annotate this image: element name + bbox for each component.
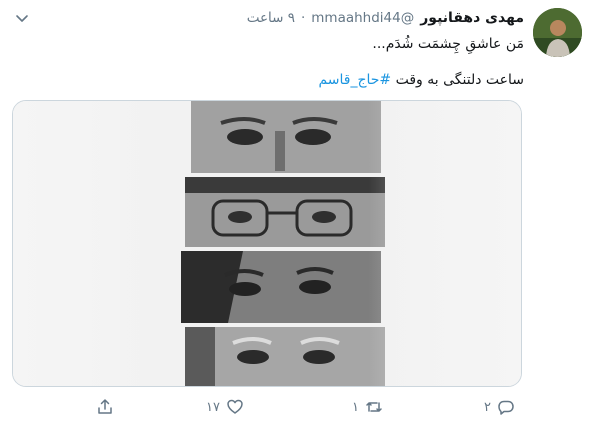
reply-count: ۲ — [484, 399, 491, 415]
heart-icon — [227, 399, 243, 414]
tweet-text-prefix: ساعت دلتنگی به وقت — [395, 72, 524, 88]
tweet-card[interactable]: مهدی دهقانپور @mmaahhdi44 · ۹ ساعت مَن ع… — [0, 0, 594, 427]
tweet-image[interactable] — [12, 100, 522, 387]
separator: · — [300, 10, 306, 26]
display-name[interactable]: مهدی دهقانپور — [420, 10, 524, 26]
timestamp[interactable]: ۹ ساعت — [247, 10, 295, 26]
share-icon — [98, 399, 112, 414]
chevron-down-icon[interactable] — [14, 10, 30, 26]
tweet-text-line-2: ساعت دلتنگی به وقت #حاج_قاسم — [318, 72, 524, 88]
like-button[interactable]: ۱۷ — [206, 398, 244, 416]
user-handle[interactable]: @mmaahhdi44 — [311, 10, 414, 26]
reply-button[interactable]: ۲ — [484, 398, 515, 416]
reply-icon — [498, 400, 514, 415]
tweet-header: مهدی دهقانپور @mmaahhdi44 · ۹ ساعت — [247, 10, 524, 26]
retweet-icon — [366, 402, 382, 412]
share-button[interactable] — [96, 398, 114, 416]
avatar[interactable] — [533, 8, 582, 57]
like-count: ۱۷ — [206, 399, 220, 415]
tweet-actions: ۱۷ ۱ ۲ — [96, 398, 516, 420]
tweet-text-line-1: مَن عاشقِ چِشمَت شُدَم... — [372, 36, 524, 52]
retweet-button[interactable]: ۱ — [352, 398, 383, 416]
hashtag-link[interactable]: #حاج_قاسم — [318, 72, 391, 88]
retweet-count: ۱ — [352, 399, 359, 415]
